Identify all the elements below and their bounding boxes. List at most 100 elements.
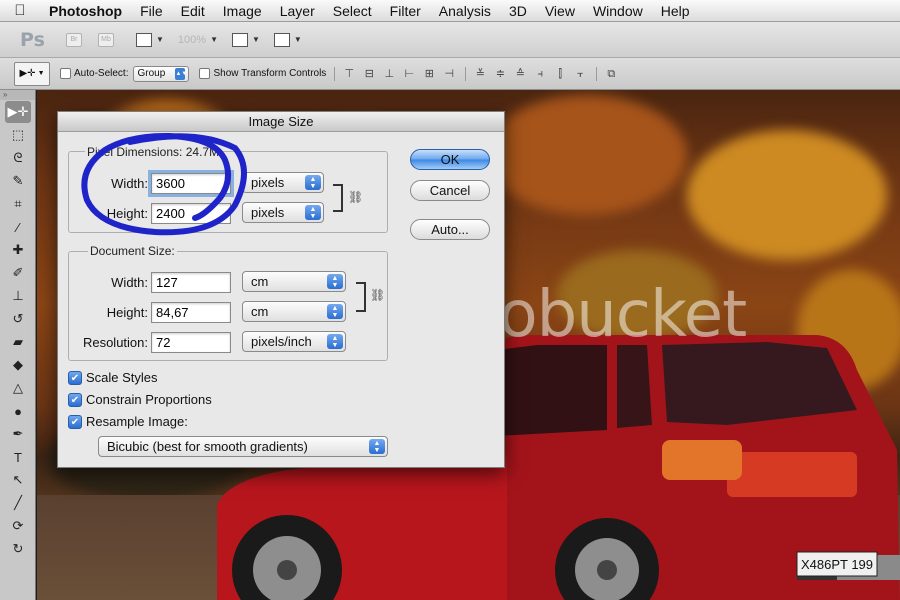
panel-collapse-icon[interactable]: » <box>0 90 35 100</box>
auto-align-buttons: ⧉ <box>596 66 619 81</box>
screen-mode-icon[interactable] <box>273 32 290 47</box>
distribute-vertical-center-icon[interactable]: ≑ <box>492 67 508 81</box>
dropdown-arrows-icon: ▲▼ <box>327 304 343 319</box>
resample-method-dropdown[interactable]: Bicubic (best for smooth gradients) ▲ ▼ <box>98 436 388 457</box>
resolution-unit-dropdown[interactable]: pixels/inch ▲ ▼ <box>242 331 346 352</box>
doc-height-input[interactable] <box>151 302 231 323</box>
ok-button[interactable]: OK <box>410 149 490 170</box>
chevron-down-icon[interactable]: ▼ <box>210 35 218 44</box>
3d-rotate-tool-icon[interactable]: ⟳ <box>5 515 31 537</box>
align-top-icon[interactable]: ⊤ <box>341 67 357 81</box>
checkbox-box[interactable] <box>199 68 211 79</box>
pixel-height-label: Height: <box>106 206 148 221</box>
doc-width-unit: cm <box>251 274 269 289</box>
dropdown-arrows-icon: ▲▼ <box>305 205 321 220</box>
constrain-proportions-checkbox[interactable]: ✔ Constrain Proportions <box>68 392 212 407</box>
pixel-dimensions-size: 24.7M <box>185 145 220 159</box>
dropdown-arrows-icon: ▲▼ <box>327 274 343 289</box>
distribute-right-icon[interactable]: ⫟ <box>572 67 588 81</box>
eraser-tool-icon[interactable]: ▰ <box>5 331 31 353</box>
distribute-left-icon[interactable]: ⫞ <box>532 67 548 81</box>
quick-selection-tool-icon[interactable]: ✎ <box>5 170 31 192</box>
chevron-down-icon[interactable]: ▼ <box>294 35 302 44</box>
history-brush-tool-icon[interactable]: ↺ <box>5 308 31 330</box>
mini-bridge-button[interactable]: Mb <box>98 32 114 47</box>
image-size-dialog: Image Size Pixel Dimensions: 24.7M Width… <box>57 111 505 468</box>
move-tool-icon[interactable]: ▶✛ <box>5 101 31 123</box>
align-right-icon[interactable]: ⊣ <box>441 67 457 81</box>
auto-button[interactable]: Auto... <box>410 219 490 240</box>
brush-tool-icon[interactable]: ✐ <box>5 262 31 284</box>
resolution-input[interactable] <box>151 332 231 353</box>
group-value: Group <box>137 68 166 79</box>
checkbox-box[interactable] <box>60 68 71 79</box>
eyedropper-tool-icon[interactable]: ⁄ <box>5 216 31 238</box>
scale-styles-checkbox[interactable]: ✔ Scale Styles <box>68 370 158 385</box>
menu-window[interactable]: Window <box>584 0 652 22</box>
auto-align-layers-icon[interactable]: ⧉ <box>603 67 619 81</box>
resample-image-checkbox[interactable]: ✔ Resample Image: <box>68 414 188 429</box>
line-tool-icon[interactable]: ╱ <box>5 492 31 514</box>
checkmark-icon[interactable]: ✔ <box>68 370 82 385</box>
doc-width-unit-dropdown[interactable]: cm ▲ ▼ <box>242 271 346 292</box>
options-bar: ▶✛ ▼ Auto-Select: Group ▲▼ Show Transfor… <box>0 58 900 90</box>
crop-tool-icon[interactable]: ⌗ <box>5 193 31 215</box>
distribute-bottom-icon[interactable]: ≙ <box>512 67 528 81</box>
align-bottom-icon[interactable]: ⊥ <box>381 67 397 81</box>
move-tool-icon: ▶✛ <box>19 68 36 79</box>
tool-preset-picker[interactable]: ▶✛ ▼ <box>14 61 50 86</box>
align-left-icon[interactable]: ⊢ <box>401 67 417 81</box>
foliage <box>687 130 887 260</box>
distribute-top-icon[interactable]: ≚ <box>472 67 488 81</box>
chevron-down-icon[interactable]: ▼ <box>252 35 260 44</box>
pixel-width-unit-dropdown[interactable]: pixels ▲ ▼ <box>242 172 324 193</box>
align-horizontal-center-icon[interactable]: ⊞ <box>421 67 437 81</box>
align-vertical-center-icon[interactable]: ⊟ <box>361 67 377 81</box>
marquee-tool-icon[interactable]: ⬚ <box>5 124 31 146</box>
blur-tool-icon[interactable]: △ <box>5 377 31 399</box>
chevron-down-icon[interactable]: ▼ <box>156 35 164 44</box>
pixel-width-label: Width: <box>111 176 148 191</box>
menu-filter[interactable]: Filter <box>381 0 430 22</box>
lasso-tool-icon[interactable]: ᘓ <box>5 147 31 169</box>
apple-icon[interactable]:  <box>0 2 40 19</box>
paint-bucket-tool-icon[interactable]: ◆ <box>5 354 31 376</box>
pixel-height-input[interactable] <box>151 203 231 224</box>
pen-tool-icon[interactable]: ✒ <box>5 423 31 445</box>
checkmark-icon[interactable]: ✔ <box>68 392 82 407</box>
menu-help[interactable]: Help <box>652 0 699 22</box>
menu-select[interactable]: Select <box>324 0 381 22</box>
healing-brush-tool-icon[interactable]: ✚ <box>5 239 31 261</box>
type-tool-icon[interactable]: T <box>5 446 31 468</box>
show-transform-controls-checkbox[interactable]: Show Transform Controls <box>199 68 326 79</box>
bridge-button[interactable]: Br <box>66 32 82 47</box>
auto-select-checkbox[interactable]: Auto-Select: <box>60 68 128 79</box>
pixel-width-input[interactable] <box>151 173 231 194</box>
path-selection-tool-icon[interactable]: ↖ <box>5 469 31 491</box>
resample-image-label: Resample Image: <box>86 414 188 429</box>
arrange-documents-icon[interactable] <box>231 32 248 47</box>
auto-select-target-dropdown[interactable]: Group ▲▼ <box>133 65 190 82</box>
3d-orbit-tool-icon[interactable]: ↻ <box>5 538 31 560</box>
pixel-height-unit-dropdown[interactable]: pixels ▲ ▼ <box>242 202 324 223</box>
doc-width-input[interactable] <box>151 272 231 293</box>
cancel-button[interactable]: Cancel <box>410 180 490 201</box>
doc-height-unit-dropdown[interactable]: cm ▲ ▼ <box>242 301 346 322</box>
menu-view[interactable]: View <box>536 0 584 22</box>
chain-link-icon: ⛓ <box>348 190 364 204</box>
zoom-level[interactable]: 100% <box>178 34 206 46</box>
menu-file[interactable]: File <box>131 0 172 22</box>
distribute-horizontal-center-icon[interactable]: ⫿ <box>552 67 568 81</box>
menu-image[interactable]: Image <box>214 0 271 22</box>
menu-edit[interactable]: Edit <box>172 0 214 22</box>
dialog-title: Image Size <box>58 112 504 132</box>
menu-analysis[interactable]: Analysis <box>430 0 500 22</box>
clone-stamp-tool-icon[interactable]: ⊥ <box>5 285 31 307</box>
view-extras-icon[interactable] <box>136 32 152 47</box>
menu-app-name[interactable]: Photoshop <box>40 0 131 22</box>
checkmark-icon[interactable]: ✔ <box>68 414 82 429</box>
dropdown-arrows-icon: ▲▼ <box>175 67 187 80</box>
menu-layer[interactable]: Layer <box>271 0 324 22</box>
dodge-tool-icon[interactable]: ● <box>5 400 31 422</box>
menu-3d[interactable]: 3D <box>500 0 536 22</box>
